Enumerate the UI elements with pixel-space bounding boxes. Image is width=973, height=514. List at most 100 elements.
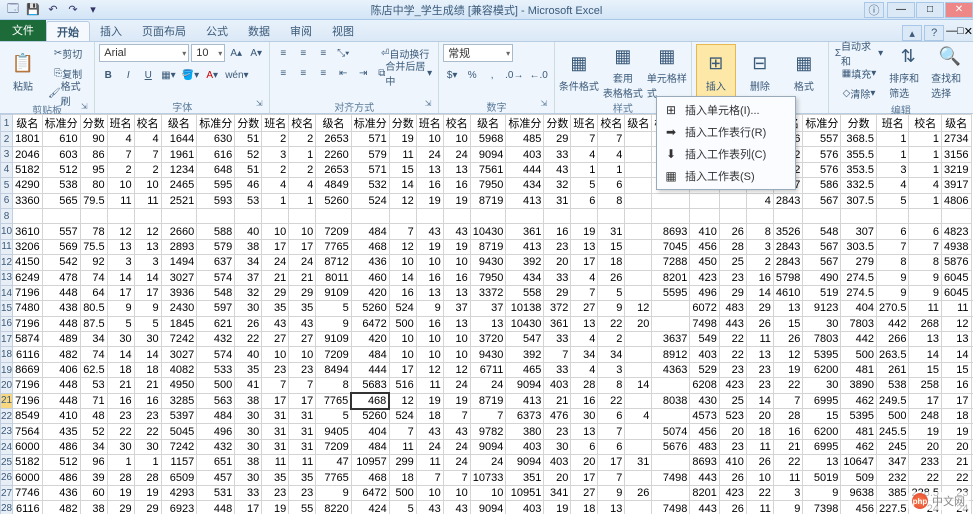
cell[interactable]: 22 [773,378,802,393]
cell[interactable]: 10 [416,255,443,270]
cell[interactable]: 22 [719,347,746,362]
cell[interactable]: 27 [571,301,598,316]
cell[interactable]: 24 [416,147,443,162]
cell[interactable]: 258 [909,378,942,393]
cell[interactable]: 500 [876,409,909,424]
column-header[interactable]: 分数 [80,115,107,132]
cell[interactable]: 11 [746,439,773,454]
cell[interactable]: 10 [134,178,161,193]
cell[interactable]: 4363 [652,362,690,377]
cell[interactable]: 227.5 [876,501,909,514]
indent-inc-icon[interactable]: ⇥ [354,64,372,82]
cell[interactable]: 7 [289,378,316,393]
cell[interactable]: 5260 [316,193,352,208]
cell[interactable]: 5 [316,409,352,424]
cell[interactable]: 403 [506,439,544,454]
cell[interactable]: 43 [443,224,470,239]
cell[interactable]: 17 [235,501,262,514]
cell[interactable]: 3 [876,162,909,177]
column-header[interactable]: 标准分 [197,115,235,132]
cell[interactable]: 26 [625,485,652,500]
cell[interactable]: 485 [506,132,544,147]
cell[interactable]: 30 [107,439,134,454]
cell[interactable]: 9 [316,316,352,331]
cell[interactable]: 460 [351,270,389,285]
cell[interactable]: 20 [942,439,971,454]
cell[interactable]: 4 [262,178,289,193]
cell[interactable]: 476 [544,409,571,424]
cell[interactable]: 28 [571,378,598,393]
cell[interactable]: 579 [197,239,235,254]
cell[interactable]: 20 [909,439,942,454]
cell[interactable]: 1 [571,162,598,177]
cell[interactable]: 10 [416,347,443,362]
cell[interactable]: 2 [598,332,625,347]
cell[interactable]: 1 [289,147,316,162]
cell[interactable]: 16 [443,270,470,285]
cell[interactable]: 432 [197,332,235,347]
cell[interactable]: 17 [598,455,625,470]
cell[interactable]: 27 [289,332,316,347]
cell[interactable]: 30 [235,470,262,485]
cell[interactable]: 7 [598,470,625,485]
cell[interactable]: 25 [719,393,746,408]
cell[interactable]: 457 [197,470,235,485]
border-button[interactable]: ▦▾ [159,66,177,84]
cell[interactable] [803,208,841,223]
cell[interactable]: 548 [197,285,235,300]
cell[interactable]: 17 [571,255,598,270]
cell[interactable]: 10733 [470,470,506,485]
cell[interactable]: 16 [107,393,134,408]
cell[interactable]: 5395 [803,347,841,362]
cell[interactable]: 10430 [470,224,506,239]
cell[interactable]: 462 [841,439,877,454]
row-header[interactable]: 5 [1,178,13,193]
cell[interactable]: 7 [544,347,571,362]
column-header[interactable]: 班名 [876,115,909,132]
cell[interactable]: 22 [598,316,625,331]
cell[interactable]: 586 [803,178,841,193]
cell[interactable]: 4 [876,178,909,193]
cell[interactable]: 6 [571,193,598,208]
cell[interactable]: 31 [289,424,316,439]
cell[interactable]: 55 [289,501,316,514]
cell[interactable]: 483 [690,439,719,454]
cell[interactable] [625,255,652,270]
cell[interactable]: 303.5 [841,239,877,254]
sort-filter-button[interactable]: ⇅排序和筛选 [889,44,927,100]
cell[interactable] [652,301,690,316]
cell[interactable]: 19 [571,224,598,239]
cell[interactable] [625,270,652,285]
cell[interactable] [625,193,652,208]
cell[interactable]: 519 [803,285,841,300]
cell[interactable] [134,208,161,223]
cell[interactable]: 6072 [690,301,719,316]
cell[interactable]: 6995 [803,439,841,454]
cell[interactable]: 95 [80,162,107,177]
font-color-button[interactable]: A▾ [203,66,221,84]
cell[interactable]: 19 [443,393,470,408]
cell[interactable]: 270.5 [876,301,909,316]
cell[interactable]: 3360 [13,193,42,208]
cell[interactable]: 6116 [13,347,42,362]
row-header[interactable]: 18 [1,347,13,362]
cell[interactable] [625,501,652,514]
column-header[interactable]: 校名 [134,115,161,132]
column-header[interactable]: 班名 [416,115,443,132]
cell[interactable]: 6000 [13,439,42,454]
cell[interactable]: 3027 [161,347,197,362]
fill-button[interactable]: ▦ 填充▾ [833,64,885,82]
save-icon[interactable]: 💾 [24,2,42,18]
cell[interactable]: 62.5 [80,362,107,377]
cell[interactable]: 8693 [690,455,719,470]
cell[interactable]: 11 [909,301,942,316]
cell[interactable]: 9638 [841,485,877,500]
column-header[interactable]: 校名 [909,115,942,132]
cell[interactable]: 6472 [351,485,389,500]
cell[interactable]: 4290 [13,178,42,193]
font-name-combo[interactable]: Arial [99,44,189,62]
cell[interactable]: 52 [235,147,262,162]
cell[interactable]: 9 [416,301,443,316]
cell[interactable]: 2653 [316,132,352,147]
cell[interactable]: 12 [416,362,443,377]
